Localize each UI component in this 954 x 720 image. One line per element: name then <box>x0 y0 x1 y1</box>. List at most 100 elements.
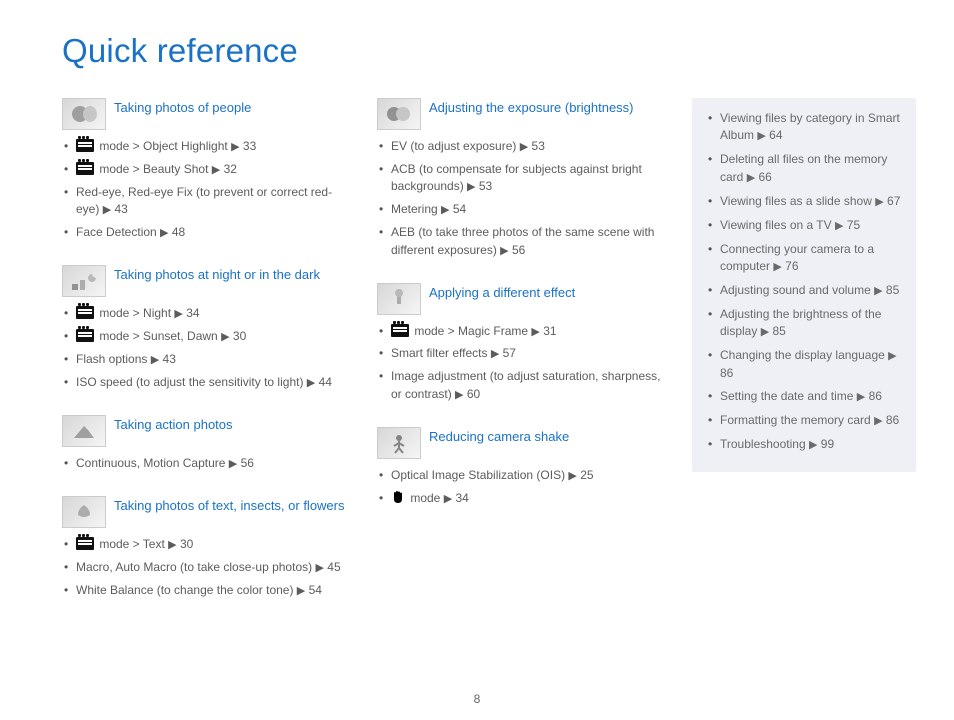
sidebar-list: Viewing files by category in Smart Album… <box>706 110 908 460</box>
item-page: 31 <box>543 324 556 338</box>
item-text: Flash options <box>76 352 151 366</box>
list-item: Continuous, Motion Capture ▶ 56 <box>62 455 355 478</box>
item-page: 76 <box>785 259 798 273</box>
item-page: 64 <box>769 128 782 142</box>
mode-icon <box>76 162 94 175</box>
arrow-icon: ▶ <box>835 220 843 232</box>
section-header: Taking photos of people <box>62 98 355 130</box>
section-list: Continuous, Motion Capture ▶ 56 <box>62 455 355 478</box>
item-text: Troubleshooting <box>720 437 809 451</box>
arrow-icon: ▶ <box>229 458 237 470</box>
sidebar-item: Setting the date and time ▶ 86 <box>706 388 908 412</box>
item-text: Setting the date and time <box>720 389 857 403</box>
item-text: Metering <box>391 202 441 216</box>
arrow-icon: ▶ <box>307 377 315 389</box>
section-title: Reducing camera shake <box>429 427 569 446</box>
item-page: 86 <box>886 413 899 427</box>
arrow-icon: ▶ <box>491 348 499 360</box>
item-text: Viewing files on a TV <box>720 218 835 232</box>
section-list: mode > Magic Frame ▶ 31Smart filter effe… <box>377 323 670 409</box>
section-icon <box>377 283 421 315</box>
sidebar-item: Viewing files as a slide show ▶ 67 <box>706 193 908 217</box>
mode-icon <box>76 329 94 342</box>
arrow-icon: ▶ <box>231 141 239 153</box>
item-text: Image adjustment (to adjust saturation, … <box>391 369 660 400</box>
section-title: Taking action photos <box>114 415 233 434</box>
section-title: Adjusting the exposure (brightness) <box>429 98 634 117</box>
list-item: Macro, Auto Macro (to take close-up phot… <box>62 559 355 582</box>
section: Taking photos at night or in the dark mo… <box>62 265 355 397</box>
item-text: Adjusting the brightness of the display <box>720 307 881 338</box>
list-item: mode > Text ▶ 30 <box>62 536 355 559</box>
item-page: 30 <box>180 537 193 551</box>
arrow-icon: ▶ <box>441 204 449 216</box>
list-item: mode > Object Highlight ▶ 33 <box>62 138 355 161</box>
arrow-icon: ▶ <box>467 181 475 193</box>
section-header: Taking photos of text, insects, or flowe… <box>62 496 355 528</box>
item-page: 57 <box>503 346 516 360</box>
item-page: 30 <box>233 329 246 343</box>
item-page: 34 <box>186 306 199 320</box>
item-text: Deleting all files on the memory card <box>720 152 887 183</box>
arrow-icon: ▶ <box>809 439 817 451</box>
sidebar-item: Formatting the memory card ▶ 86 <box>706 412 908 436</box>
section-header: Adjusting the exposure (brightness) <box>377 98 670 130</box>
mode-icon <box>76 537 94 550</box>
arrow-icon: ▶ <box>221 331 229 343</box>
list-item: Optical Image Stabilization (OIS) ▶ 25 <box>377 467 670 490</box>
list-item: mode > Sunset, Dawn ▶ 30 <box>62 328 355 351</box>
arrow-icon: ▶ <box>773 261 781 273</box>
columns: Taking photos of people mode > Object Hi… <box>62 98 916 623</box>
arrow-icon: ▶ <box>297 585 305 597</box>
arrow-icon: ▶ <box>103 204 111 216</box>
arrow-icon: ▶ <box>757 130 765 142</box>
arrow-icon: ▶ <box>174 308 182 320</box>
list-item: Image adjustment (to adjust saturation, … <box>377 368 670 408</box>
arrow-icon: ▶ <box>444 493 452 505</box>
mode-icon <box>76 306 94 319</box>
section-icon <box>62 415 106 447</box>
section-list: mode > Object Highlight ▶ 33 mode > Beau… <box>62 138 355 247</box>
section-header: Taking action photos <box>62 415 355 447</box>
item-page: 33 <box>243 139 256 153</box>
list-item: mode > Beauty Shot ▶ 32 <box>62 161 355 184</box>
arrow-icon: ▶ <box>747 172 755 184</box>
item-text: mode > Magic Frame <box>411 324 531 338</box>
item-page: 99 <box>821 437 834 451</box>
section-list: Optical Image Stabilization (OIS) ▶ 25 m… <box>377 467 670 513</box>
list-item: mode > Magic Frame ▶ 31 <box>377 323 670 346</box>
item-text: mode > Object Highlight <box>96 139 231 153</box>
section-header: Reducing camera shake <box>377 427 670 459</box>
column-left: Taking photos of people mode > Object Hi… <box>62 98 355 623</box>
item-page: 34 <box>456 491 469 505</box>
item-page: 60 <box>467 387 480 401</box>
item-text: mode > Night <box>96 306 174 320</box>
arrow-icon: ▶ <box>874 415 882 427</box>
sidebar: Viewing files by category in Smart Album… <box>692 98 916 472</box>
section: Reducing camera shake Optical Image Stabi… <box>377 427 670 513</box>
list-item: Metering ▶ 54 <box>377 201 670 224</box>
sidebar-item: Deleting all files on the memory card ▶ … <box>706 151 908 192</box>
sidebar-item: Viewing files on a TV ▶ 75 <box>706 217 908 241</box>
item-page: 25 <box>580 468 593 482</box>
item-text: Continuous, Motion Capture <box>76 456 229 470</box>
item-page: 53 <box>479 179 492 193</box>
section-icon <box>62 98 106 130</box>
list-item: Flash options ▶ 43 <box>62 351 355 374</box>
page: Quick reference Taking photos of people … <box>0 0 954 720</box>
list-item: ACB (to compensate for subjects against … <box>377 161 670 201</box>
list-item: Smart filter effects ▶ 57 <box>377 345 670 368</box>
section-title: Taking photos of people <box>114 98 251 117</box>
item-text: Adjusting sound and volume <box>720 283 874 297</box>
item-page: 75 <box>847 218 860 232</box>
section: Taking photos of text, insects, or flowe… <box>62 496 355 605</box>
item-page: 54 <box>453 202 466 216</box>
section: Applying a different effect mode > Magic… <box>377 283 670 409</box>
section-title: Applying a different effect <box>429 283 575 302</box>
arrow-icon: ▶ <box>874 285 882 297</box>
arrow-icon: ▶ <box>875 196 883 208</box>
arrow-icon: ▶ <box>888 350 896 362</box>
arrow-icon: ▶ <box>761 326 769 338</box>
item-page: 53 <box>532 139 545 153</box>
item-page: 66 <box>759 170 772 184</box>
